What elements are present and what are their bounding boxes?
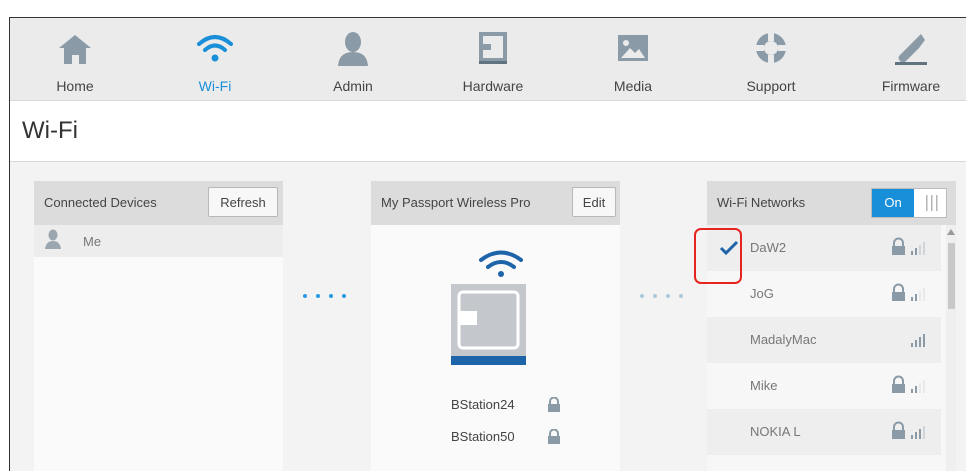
device-row[interactable]: Me	[34, 225, 283, 257]
support-lifebuoy-icon	[755, 32, 787, 64]
nav-firmware[interactable]: Firmware	[856, 18, 966, 100]
lock-signal-icon	[892, 237, 925, 255]
drive-panel-header: My Passport Wireless Pro Edit	[371, 181, 620, 225]
lock-signal-icon	[892, 375, 925, 393]
ssid-name: BStation24	[451, 397, 515, 412]
drive-wifi-icon	[479, 250, 523, 277]
lock-signal-icon	[892, 421, 925, 439]
drive-panel: My Passport Wireless Pro Edit BStation24…	[371, 181, 620, 471]
drive-device-icon	[451, 284, 526, 365]
scrollbar-thumb[interactable]	[948, 243, 955, 309]
network-name: DaW2	[750, 240, 787, 255]
network-row[interactable]: DaW2	[707, 225, 941, 271]
network-row[interactable]: MadalyMac	[707, 317, 941, 363]
wifi-toggle-on: On	[872, 189, 914, 217]
wifi-networks-header: Wi-Fi Networks On	[707, 181, 956, 225]
wifi-networks-title: Wi-Fi Networks	[717, 195, 806, 210]
device-name: Me	[83, 234, 102, 249]
network-name: JoG	[750, 286, 774, 301]
hardware-drive-icon	[479, 32, 507, 64]
nav-label-hardware: Hardware	[462, 78, 524, 94]
ssid-row: BStation24	[451, 397, 560, 417]
nav-label-media: Media	[613, 78, 653, 94]
drive-title: My Passport Wireless Pro	[381, 195, 531, 210]
connector-dots-left	[303, 294, 346, 298]
network-name: MadalyMac	[750, 332, 817, 347]
lock-icon	[548, 397, 560, 412]
annotation-highlight-box	[694, 228, 742, 284]
connected-devices-panel: Connected Devices Refresh Me	[34, 181, 283, 471]
networks-scrollbar[interactable]	[946, 225, 956, 471]
connected-devices-header: Connected Devices Refresh	[34, 181, 283, 225]
nav-label-home: Home	[56, 78, 94, 94]
title-bar: Wi-Fi	[10, 100, 966, 162]
admin-user-icon	[338, 32, 368, 66]
user-icon	[45, 229, 61, 249]
nav-label-wifi: Wi-Fi	[198, 78, 232, 94]
nav-home[interactable]: Home	[20, 18, 130, 100]
lock-signal-icon	[892, 283, 925, 301]
network-name: Mike	[750, 378, 778, 393]
app-frame: Home Wi-Fi Admin Hardware Media Support …	[9, 17, 966, 471]
wifi-networks-panel: Wi-Fi Networks On DaW2 JoG MadalyMac Mik…	[707, 181, 956, 471]
nav-label-firmware: Firmware	[881, 78, 941, 94]
network-row[interactable]: Mike	[707, 363, 941, 409]
nav-label-support: Support	[746, 78, 796, 94]
media-image-icon	[618, 35, 648, 61]
connector-dots-right	[640, 294, 683, 298]
refresh-button[interactable]: Refresh	[208, 187, 278, 217]
edit-button[interactable]: Edit	[572, 187, 616, 217]
network-row[interactable]: NOKIA L	[707, 409, 941, 455]
top-nav: Home Wi-Fi Admin Hardware Media Support …	[10, 18, 966, 100]
scroll-up-arrow-icon[interactable]	[947, 229, 955, 235]
toggle-grip-icon	[926, 195, 938, 211]
ssid-name: BStation50	[451, 429, 515, 444]
lock-icon	[548, 429, 560, 444]
signal-icon	[911, 334, 925, 347]
nav-hardware[interactable]: Hardware	[438, 18, 548, 100]
nav-wifi[interactable]: Wi-Fi	[160, 18, 270, 100]
home-icon	[59, 35, 91, 64]
nav-media[interactable]: Media	[578, 18, 688, 100]
nav-label-admin: Admin	[333, 78, 373, 94]
wifi-toggle[interactable]: On	[871, 188, 947, 218]
network-name: NOKIA L	[750, 424, 801, 439]
connected-devices-title: Connected Devices	[44, 195, 157, 210]
ssid-row: BStation50	[451, 429, 560, 449]
network-row[interactable]: JoG	[707, 271, 941, 317]
wifi-icon	[197, 35, 233, 62]
nav-admin[interactable]: Admin	[298, 18, 408, 100]
firmware-wrench-icon	[895, 34, 927, 65]
page-title: Wi-Fi	[22, 117, 78, 144]
nav-support[interactable]: Support	[716, 18, 826, 100]
